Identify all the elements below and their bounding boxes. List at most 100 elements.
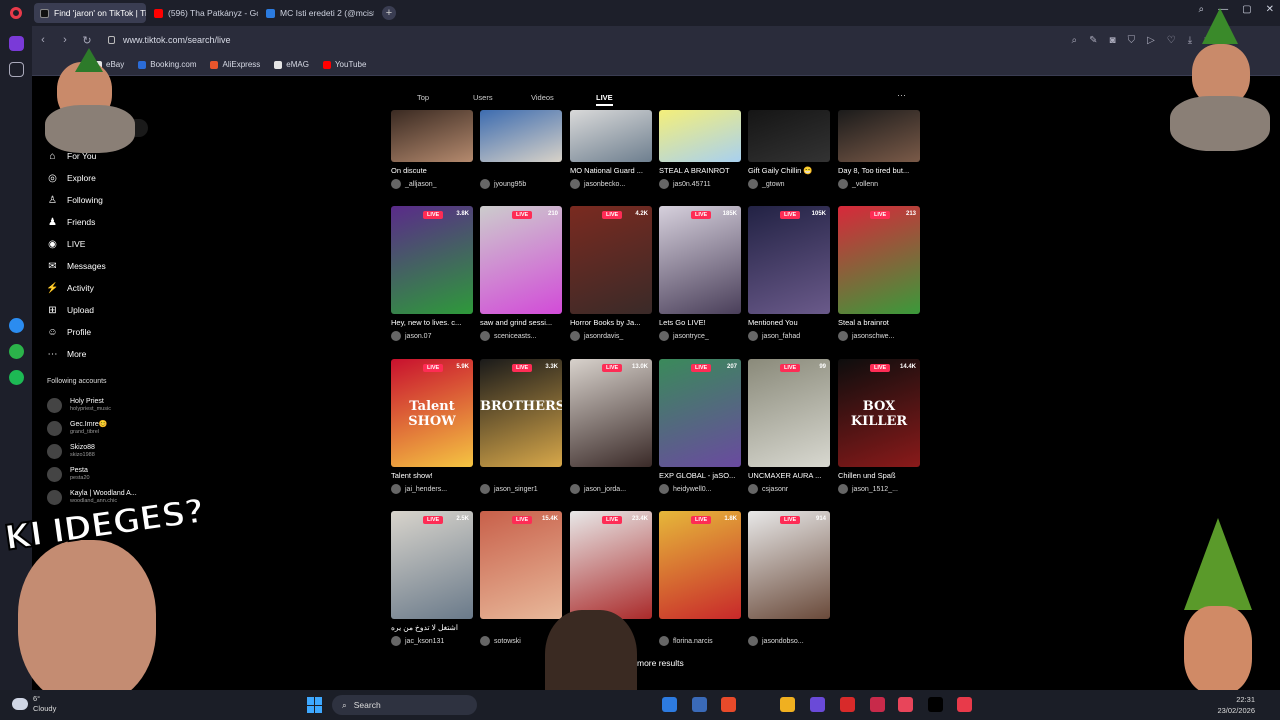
- live-title[interactable]: Lets Go LIVE!: [659, 318, 741, 327]
- taskbar-app-icon[interactable]: [898, 697, 913, 712]
- live-user[interactable]: jason_singer1: [480, 484, 562, 494]
- live-user[interactable]: jasontryce_: [659, 331, 741, 341]
- system-clock[interactable]: 22:31 23/02/2026: [1217, 694, 1255, 716]
- nav-item-more[interactable]: ⋯ More: [46, 343, 106, 365]
- live-card[interactable]: MO National Guard ... jasonbecko...: [570, 110, 652, 189]
- following-account[interactable]: Holy Priest holypriest_music: [47, 394, 137, 417]
- live-card[interactable]: LIVE 14.4K BOX KILLER Chillen und Spaß jason…: [838, 359, 920, 494]
- new-tab-button[interactable]: +: [382, 6, 396, 20]
- live-thumbnail[interactable]: LIVE 3.8K: [391, 206, 473, 314]
- live-card[interactable]: LIVE 13.0K jason_jorda...: [570, 359, 652, 494]
- live-user[interactable]: jai_henders...: [391, 484, 473, 494]
- live-card[interactable]: LIVE 5.9K Talent SHOW Talent show! jai_hende…: [391, 359, 473, 494]
- live-card[interactable]: LIVE 914 jasondobso...: [748, 511, 830, 646]
- live-title[interactable]: [480, 471, 562, 480]
- live-title[interactable]: Steal a brainrot: [838, 318, 920, 327]
- live-thumbnail[interactable]: LIVE 3.3K BROTHERS88: [480, 359, 562, 467]
- reload-icon[interactable]: ↻: [76, 34, 98, 47]
- taskbar-app-icon[interactable]: [692, 697, 707, 712]
- live-thumbnail[interactable]: LIVE 914: [748, 511, 830, 619]
- live-title[interactable]: [748, 623, 830, 632]
- weather-widget[interactable]: 6° Cloudy: [33, 694, 56, 714]
- tab-live[interactable]: LIVE: [596, 93, 613, 106]
- taskbar-app-icon[interactable]: [810, 697, 825, 712]
- live-card[interactable]: LIVE 2.5K اشتغل لا تدوخ من يره jac_kson131: [391, 511, 473, 646]
- taskbar-app-icon[interactable]: [870, 697, 885, 712]
- nav-item-explore[interactable]: ◎ Explore: [46, 167, 106, 189]
- live-title[interactable]: Gift Gaily Chillin 😁: [748, 166, 830, 175]
- live-card[interactable]: On discute _alljason_: [391, 110, 473, 189]
- more-options-icon[interactable]: ···: [897, 90, 906, 100]
- edit-icon[interactable]: ✎: [1089, 35, 1097, 46]
- live-user[interactable]: heidywell0...: [659, 484, 741, 494]
- live-title[interactable]: MO National Guard ...: [570, 166, 652, 175]
- live-thumbnail[interactable]: LIVE 1.8K: [659, 511, 741, 619]
- live-card[interactable]: LIVE 99 UNCMAXER AURA ... csjasonr: [748, 359, 830, 494]
- live-thumbnail[interactable]: LIVE 5.9K Talent SHOW: [391, 359, 473, 467]
- home-sidebar-icon[interactable]: [9, 36, 24, 51]
- live-title[interactable]: UNCMAXER AURA ...: [748, 471, 830, 480]
- live-thumbnail[interactable]: LIVE 213: [838, 206, 920, 314]
- live-thumbnail[interactable]: [659, 110, 741, 162]
- bookmark-youtube[interactable]: YouTube: [322, 60, 366, 69]
- live-thumbnail[interactable]: [570, 110, 652, 162]
- live-user[interactable]: jac_kson131: [391, 636, 473, 646]
- whatsapp-icon[interactable]: [9, 344, 24, 359]
- live-user[interactable]: jason_1512_...: [838, 484, 920, 494]
- live-title[interactable]: Hey, new to lives. c...: [391, 318, 473, 327]
- following-account[interactable]: Gec.Imre😊 grand_tibrel: [47, 417, 137, 440]
- tab-users[interactable]: Users: [473, 93, 493, 102]
- live-thumbnail[interactable]: [480, 110, 562, 162]
- live-title[interactable]: STEAL A BRAINROT: [659, 166, 741, 175]
- live-card[interactable]: STEAL A BRAINROT jas0n.45711: [659, 110, 741, 189]
- more-results-link[interactable]: more results: [637, 658, 684, 668]
- live-user[interactable]: jas0n.45711: [659, 179, 741, 189]
- live-thumbnail[interactable]: LIVE 105K: [748, 206, 830, 314]
- live-user[interactable]: sceniceasts...: [480, 331, 562, 341]
- live-card[interactable]: LIVE 15.4K sotowski: [480, 511, 562, 646]
- live-user[interactable]: jason_jorda...: [570, 484, 652, 494]
- live-thumbnail[interactable]: LIVE 13.0K: [570, 359, 652, 467]
- nav-item-friends[interactable]: ♟ Friends: [46, 211, 106, 233]
- windows-start-icon[interactable]: [307, 697, 323, 713]
- live-thumbnail[interactable]: LIVE 23.4K: [570, 511, 652, 619]
- taskbar-app-icon[interactable]: [721, 697, 736, 712]
- camera-icon[interactable]: ◙: [1110, 35, 1116, 46]
- nav-item-profile[interactable]: ☺ Profile: [46, 321, 106, 343]
- live-user[interactable]: _vollenn: [838, 179, 920, 189]
- play-icon[interactable]: ▷: [1147, 35, 1155, 46]
- live-title[interactable]: Talent show!: [391, 471, 473, 480]
- live-card[interactable]: LIVE 213 Steal a brainrot jasonschwe...: [838, 206, 920, 341]
- live-title[interactable]: [659, 623, 741, 632]
- live-title[interactable]: Mentioned You: [748, 318, 830, 327]
- live-thumbnail[interactable]: LIVE 210: [480, 206, 562, 314]
- taskbar-search[interactable]: ⌕ Search: [332, 695, 477, 715]
- live-card[interactable]: Day 8, Too tired but... _vollenn: [838, 110, 920, 189]
- live-card[interactable]: LIVE 1.8K florina.narcis: [659, 511, 741, 646]
- nav-item-following[interactable]: ♙ Following: [46, 189, 106, 211]
- live-user[interactable]: jasonrdavis_: [570, 331, 652, 341]
- live-title[interactable]: اشتغل لا تدوخ من يره: [391, 623, 473, 632]
- live-thumbnail[interactable]: [838, 110, 920, 162]
- bookmark-booking[interactable]: Booking.com: [138, 60, 196, 69]
- live-user[interactable]: jasonbecko...: [570, 179, 652, 189]
- live-title[interactable]: [480, 166, 562, 175]
- following-account[interactable]: Skizo88 skizo1988: [47, 440, 137, 463]
- taskbar-app-icon[interactable]: [957, 697, 972, 712]
- forward-icon[interactable]: ›: [54, 34, 76, 46]
- browser-tab-facebook[interactable]: MC Isti eredeti 2 (@mcistb ✕: [260, 3, 374, 23]
- live-thumbnail[interactable]: [391, 110, 473, 162]
- live-title[interactable]: Chillen und Spaß: [838, 471, 920, 480]
- spotify-icon[interactable]: [9, 370, 24, 385]
- pinboard-icon[interactable]: [9, 62, 24, 77]
- live-card[interactable]: LIVE 207 EXP GLOBAL - jaSO... heidywell0...: [659, 359, 741, 494]
- messenger-icon[interactable]: [9, 318, 24, 333]
- live-user[interactable]: jasondobso...: [748, 636, 830, 646]
- taskbar-app-icon[interactable]: [840, 697, 855, 712]
- shield-icon[interactable]: ⛉: [1128, 35, 1136, 46]
- tab-videos[interactable]: Videos: [531, 93, 554, 102]
- live-card[interactable]: LIVE 210 saw and grind sessi... sceniceasts…: [480, 206, 562, 341]
- live-user[interactable]: jyoung95b: [480, 179, 562, 189]
- live-thumbnail[interactable]: LIVE 207: [659, 359, 741, 467]
- live-card[interactable]: Gift Gaily Chillin 😁 _gtown: [748, 110, 830, 189]
